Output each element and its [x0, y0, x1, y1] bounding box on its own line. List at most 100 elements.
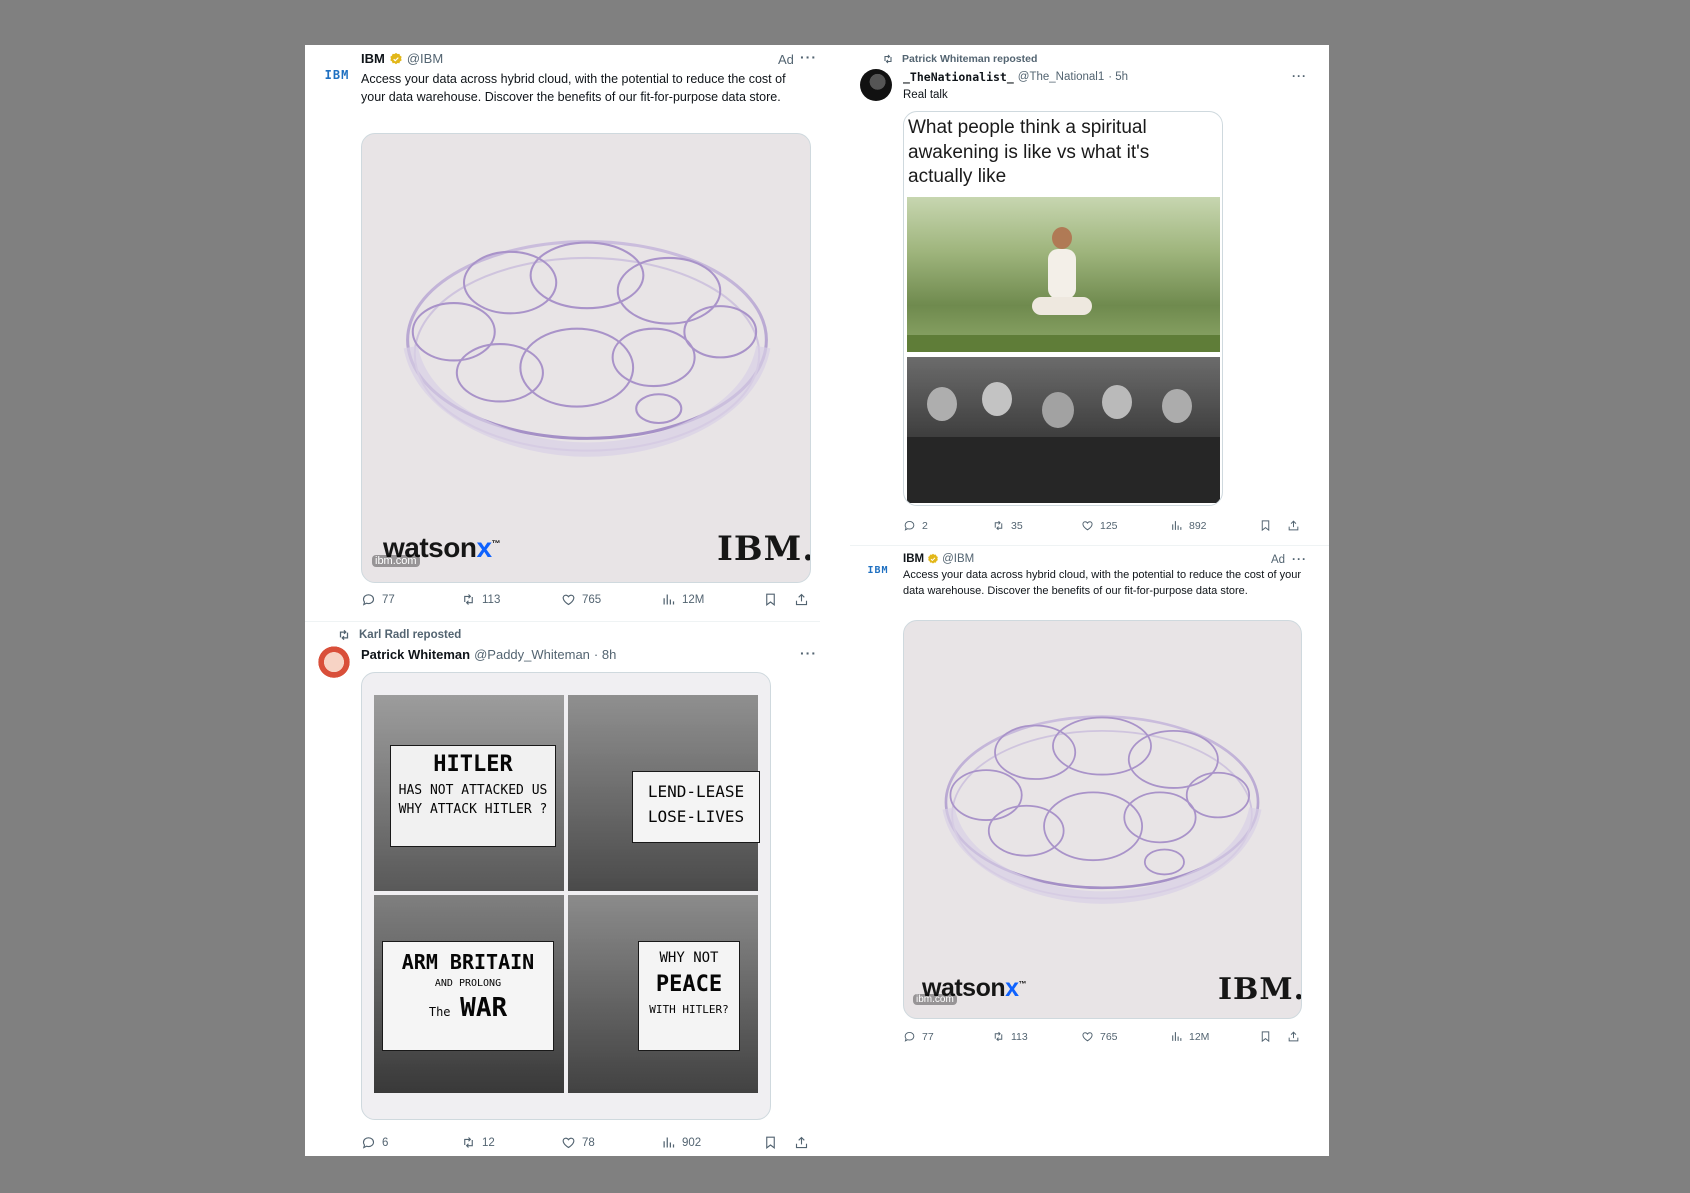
like-button[interactable]: 765 [1081, 1030, 1118, 1043]
more-options-button[interactable]: ··· [800, 49, 817, 65]
share-button[interactable] [794, 592, 809, 607]
more-options-button[interactable]: ··· [800, 645, 817, 661]
author-handle[interactable]: @IBM [407, 51, 443, 66]
share-icon [794, 592, 809, 607]
action-bar: 6 12 78 902 [361, 1135, 817, 1153]
meme-caption: What people think a spiritual awakening … [908, 117, 1150, 187]
like-count: 765 [1100, 1030, 1118, 1043]
tweet-ibm-ad-right[interactable]: IBM IBM @IBM Ad ··· Access your data acr… [850, 550, 1329, 1110]
avatar[interactable] [315, 645, 353, 683]
author-handle[interactable]: @IBM [942, 553, 974, 565]
reply-count: 77 [922, 1030, 934, 1043]
views-button[interactable]: 12M [661, 592, 704, 607]
reply-icon [361, 1135, 376, 1150]
repost-small-icon [882, 53, 894, 65]
like-count: 78 [582, 1136, 595, 1149]
reply-button[interactable]: 2 [903, 519, 928, 532]
ad-media-card[interactable]: watsonx™ IBM. ibm.com [903, 620, 1302, 1019]
repost-button[interactable]: 113 [992, 1030, 1028, 1043]
verified-badge-icon [927, 553, 939, 565]
avatar[interactable]: IBM [317, 55, 357, 95]
bookmark-button[interactable] [1259, 1030, 1272, 1043]
reply-count: 6 [382, 1136, 389, 1149]
view-count: 892 [1189, 519, 1207, 532]
view-count: 902 [682, 1136, 702, 1149]
ibm-logo-icon: IBM [324, 68, 350, 82]
ring-dish-illustration [932, 697, 1272, 911]
repost-icon [992, 519, 1005, 532]
meme-photo-top [907, 197, 1220, 352]
author-name[interactable]: Patrick Whiteman [361, 647, 470, 662]
protest-sign: WHY NOT PEACE WITH HITLER? [638, 941, 740, 1051]
post-time[interactable]: · 5h [1108, 71, 1128, 83]
tweet-patrick-whiteman[interactable]: Karl Radl reposted Patrick Whiteman @Pad… [305, 625, 820, 1156]
like-icon [561, 592, 576, 607]
divider [850, 545, 1329, 546]
share-button[interactable] [1287, 1030, 1300, 1043]
avatar[interactable] [860, 69, 892, 101]
tweet-text: Real talk [903, 89, 948, 101]
timeline-sheet: IBM IBM @IBM Ad ··· Access your data acr… [305, 45, 1329, 1156]
verified-badge-icon [389, 52, 403, 66]
bookmark-button[interactable] [1259, 519, 1272, 532]
bookmark-button[interactable] [763, 592, 778, 607]
share-button[interactable] [1287, 519, 1300, 532]
photo-tile-3: ARM BRITAIN AND PROLONG The WAR [374, 895, 564, 1093]
source-domain-badge[interactable]: ibm.com [372, 555, 420, 567]
share-icon [1287, 1030, 1300, 1043]
repost-button[interactable]: 12 [461, 1135, 495, 1150]
tweet-header: IBM @IBM [361, 51, 443, 66]
ring-dish-illustration [392, 219, 782, 465]
like-button[interactable]: 78 [561, 1135, 595, 1150]
photo-tile-4: WHY NOT PEACE WITH HITLER? [568, 895, 758, 1093]
share-button[interactable] [794, 1135, 809, 1150]
author-handle[interactable]: @Paddy_Whiteman [474, 647, 590, 662]
tweet-thenationalist[interactable]: Patrick Whiteman reposted _TheNationalis… [850, 45, 1329, 545]
repost-button[interactable]: 113 [461, 592, 500, 607]
views-button[interactable]: 892 [1170, 519, 1207, 532]
photo-tile-1: HITLER HAS NOT ATTACKED US WHY ATTACK HI… [374, 695, 564, 891]
reply-icon [361, 592, 376, 607]
like-button[interactable]: 125 [1081, 519, 1118, 532]
ad-media-card[interactable]: watsonx™ IBM. ibm.com [361, 133, 811, 583]
views-button[interactable]: 12M [1170, 1030, 1209, 1043]
protest-sign: LEND-LEASE LOSE-LIVES [632, 771, 760, 843]
reply-button[interactable]: 6 [361, 1135, 388, 1150]
divider [305, 621, 820, 622]
bookmark-icon [1259, 1030, 1272, 1043]
reply-button[interactable]: 77 [903, 1030, 934, 1043]
protest-sign: HITLER HAS NOT ATTACKED US WHY ATTACK HI… [390, 745, 556, 847]
more-options-button[interactable]: ··· [1292, 552, 1307, 566]
tweet-header: IBM @IBM [903, 553, 974, 565]
author-name[interactable]: IBM [361, 51, 385, 66]
ad-label: Ad [778, 52, 794, 67]
author-name[interactable]: IBM [903, 553, 924, 565]
tweet-ibm-ad-left[interactable]: IBM IBM @IBM Ad ··· Access your data acr… [305, 45, 820, 625]
tweet-text: Access your data across hybrid cloud, wi… [903, 569, 1302, 597]
ad-label: Ad [1271, 554, 1286, 566]
photo-collage[interactable]: HITLER HAS NOT ATTACKED US WHY ATTACK HI… [361, 672, 771, 1120]
author-handle[interactable]: @The_National1 [1018, 71, 1104, 83]
repost-button[interactable]: 35 [992, 519, 1023, 532]
repost-icon [992, 1030, 1005, 1043]
source-domain-badge[interactable]: ibm.com [913, 994, 957, 1005]
meditating-figure [1032, 227, 1092, 337]
bookmark-icon [763, 1135, 778, 1150]
photo-tile-2: LEND-LEASE LOSE-LIVES [568, 695, 760, 891]
like-button[interactable]: 765 [561, 592, 601, 607]
more-options-button[interactable]: ··· [1292, 69, 1307, 83]
reply-button[interactable]: 77 [361, 592, 395, 607]
avatar[interactable]: IBM [862, 554, 894, 586]
views-icon [1170, 1030, 1183, 1043]
ibm-brand-logo: IBM. [717, 529, 811, 569]
post-time[interactable]: · 8h [594, 647, 616, 662]
repost-count: 113 [1011, 1030, 1028, 1043]
tweet-text: Access your data across hybrid cloud, wi… [361, 72, 786, 104]
views-icon [1170, 519, 1183, 532]
views-button[interactable]: 902 [661, 1135, 701, 1150]
meme-photo-bottom [907, 357, 1220, 503]
author-name[interactable]: _TheNationalist_ [903, 70, 1014, 84]
meme-image[interactable]: What people think a spiritual awakening … [903, 111, 1223, 506]
bookmark-button[interactable] [763, 1135, 778, 1150]
share-icon [794, 1135, 809, 1150]
